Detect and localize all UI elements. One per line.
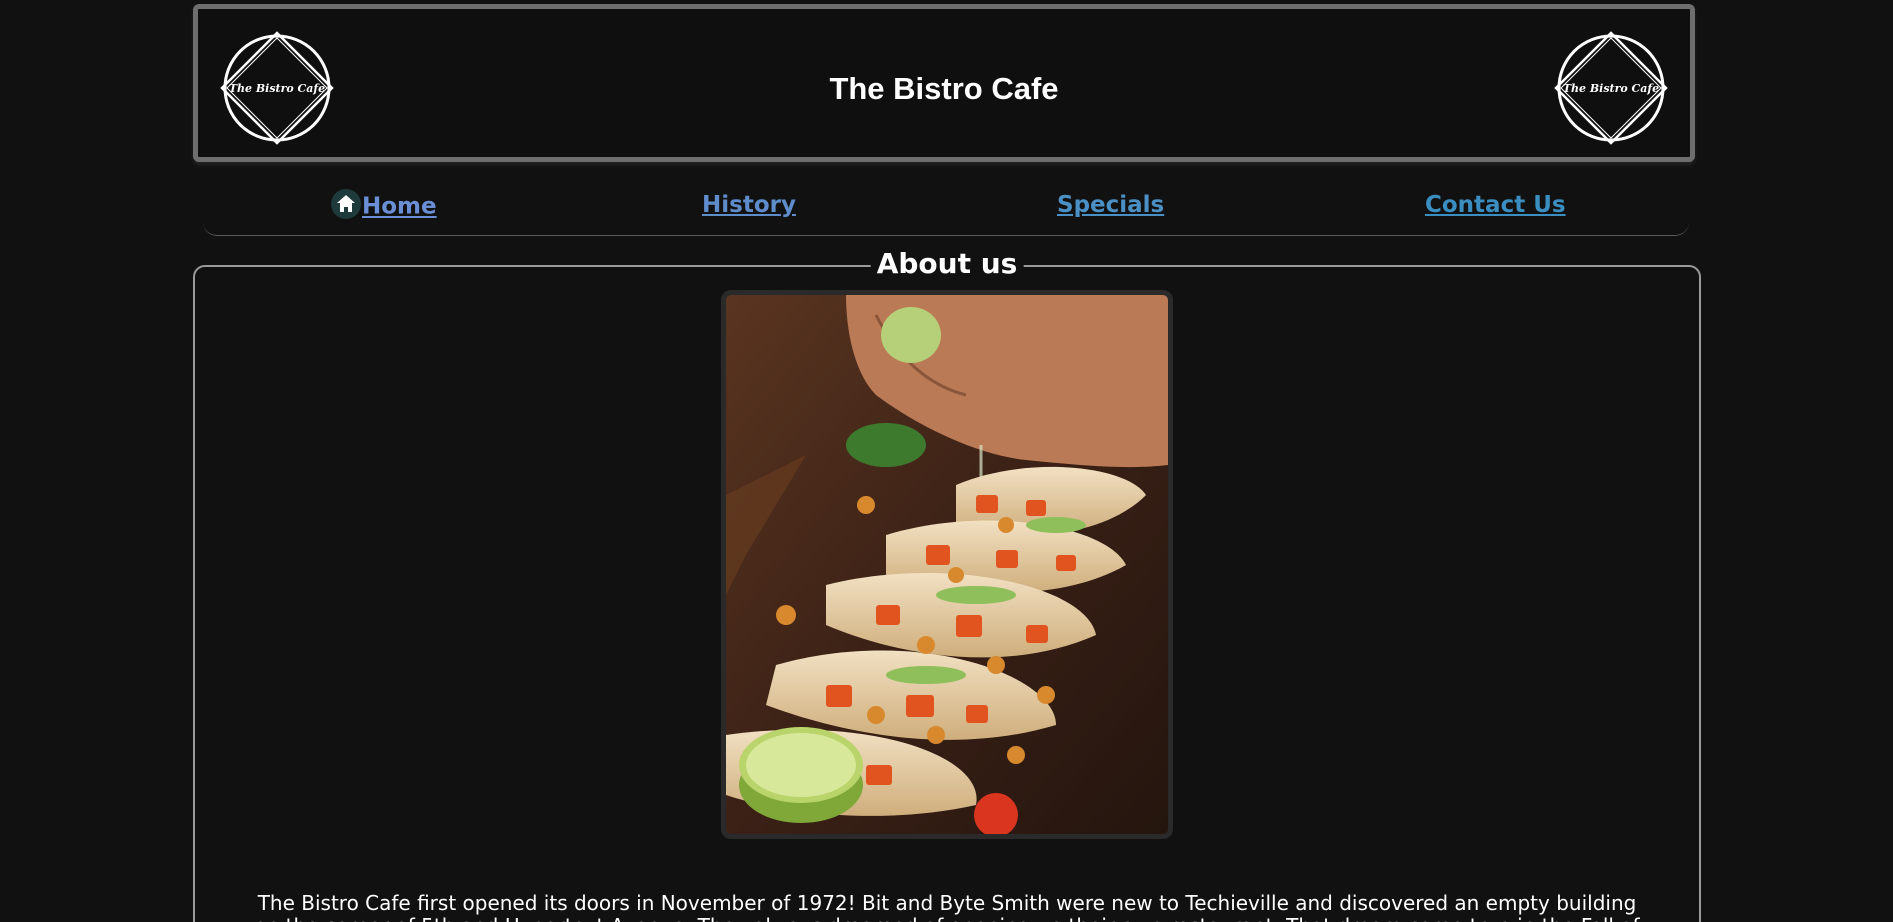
site-header: The Bistro Cafe The Bistro Cafe The Bist… bbox=[193, 4, 1695, 162]
bistro-logo-icon: The Bistro Cafe bbox=[1554, 31, 1668, 145]
page: The Bistro Cafe The Bistro Cafe The Bist… bbox=[0, 0, 1893, 922]
nav-label-home: Home bbox=[362, 193, 437, 220]
svg-text:The Bistro Cafe: The Bistro Cafe bbox=[1563, 82, 1659, 95]
nav-link-history[interactable]: History bbox=[702, 192, 796, 218]
about-heading: About us bbox=[870, 247, 1024, 280]
site-title: The Bistro Cafe bbox=[829, 71, 1059, 106]
home-icon bbox=[331, 189, 361, 219]
tacos-photo bbox=[721, 290, 1173, 839]
nav-link-home[interactable]: Home bbox=[331, 189, 437, 222]
logo-right: The Bistro Cafe bbox=[1552, 29, 1670, 147]
nav-link-specials[interactable]: Specials bbox=[1057, 192, 1164, 218]
about-paragraph: The Bistro Cafe first opened its doors i… bbox=[254, 891, 1639, 922]
main-nav: Home History Specials Contact Us bbox=[203, 170, 1689, 236]
about-section: About us The Bistro Cafe first opened it… bbox=[193, 247, 1701, 922]
nav-link-contact[interactable]: Contact Us bbox=[1425, 192, 1566, 218]
